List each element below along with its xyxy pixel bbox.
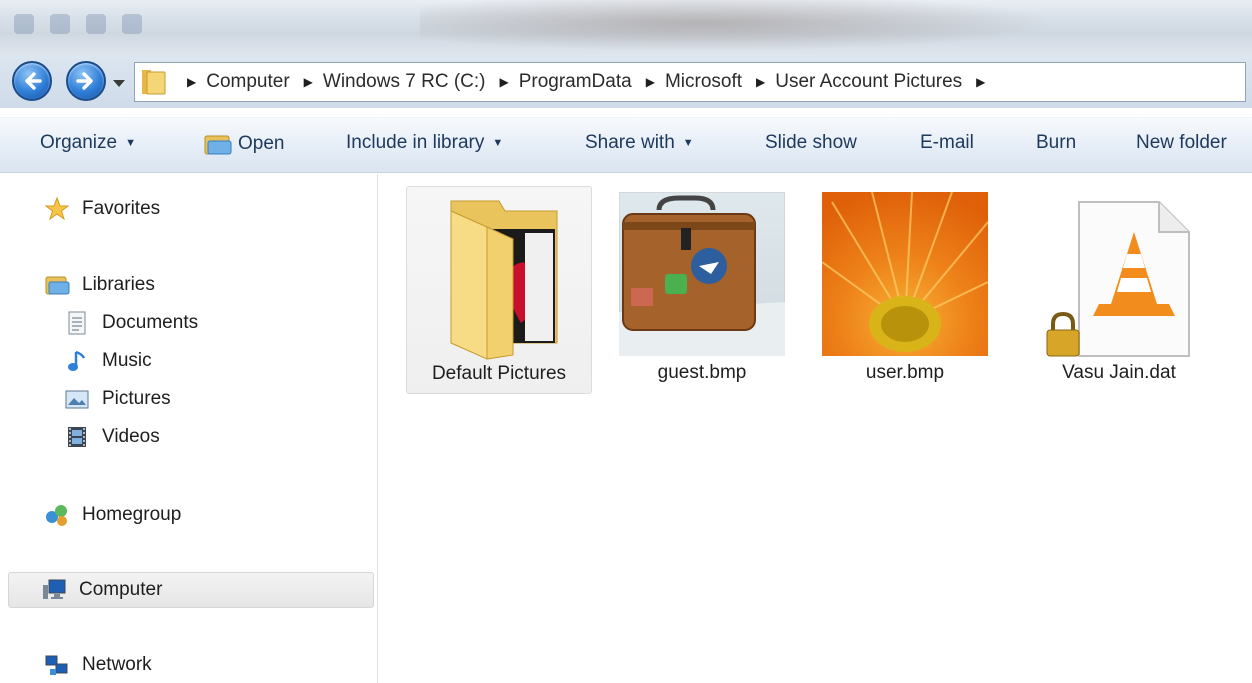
star-icon	[44, 196, 70, 221]
libraries-icon	[45, 276, 70, 295]
breadcrumb-programdata[interactable]: ProgramData	[519, 71, 632, 93]
nav-homegroup-label: Homegroup	[82, 504, 182, 525]
vlc-file-icon	[1046, 201, 1190, 357]
chevron-down-icon: ▼	[125, 137, 136, 149]
folder-icon	[450, 200, 558, 360]
file-list: Default Pictures guest.bmp user.bmp Vasu…	[379, 174, 1252, 683]
file-item-vasu-jain-dat[interactable]: Vasu Jain.dat	[1026, 186, 1212, 394]
email-label: E-mail	[920, 132, 974, 153]
nav-computer[interactable]: Computer	[8, 572, 374, 608]
network-icon	[45, 655, 68, 675]
nav-favorites[interactable]: Favorites	[44, 196, 160, 222]
slide-show-label: Slide show	[765, 132, 857, 153]
navigation-pane: Favorites Libraries Documents Music Pict…	[0, 174, 378, 683]
new-folder-label: New folder	[1136, 132, 1227, 153]
burn-button[interactable]: Burn	[1036, 132, 1076, 154]
file-item-guest-bmp[interactable]: guest.bmp	[609, 186, 795, 394]
nav-videos[interactable]: Videos	[64, 424, 160, 450]
suitcase-thumbnail	[619, 192, 785, 356]
chevron-right-icon[interactable]: ▶	[756, 75, 765, 89]
nav-pictures[interactable]: Pictures	[64, 386, 171, 412]
film-strip-icon	[68, 427, 86, 447]
open-label: Open	[238, 133, 285, 154]
chevron-down-icon: ▼	[682, 137, 694, 149]
file-item-user-bmp[interactable]: user.bmp	[812, 186, 998, 394]
burn-label: Burn	[1036, 132, 1077, 153]
forward-button[interactable]	[66, 61, 106, 101]
nav-music-label: Music	[102, 350, 152, 371]
organize-label: Organize	[40, 132, 118, 153]
window-title-bar	[0, 0, 1252, 56]
pictures-icon	[65, 390, 89, 409]
folder-icon	[142, 70, 166, 95]
breadcrumb-computer[interactable]: Computer	[206, 71, 289, 93]
address-row: ▶ Computer ▶ Windows 7 RC (C:) ▶ Program…	[0, 56, 1252, 108]
recent-pages-dropdown[interactable]	[112, 76, 126, 90]
nav-computer-label: Computer	[79, 579, 163, 600]
nav-libraries[interactable]: Libraries	[44, 272, 155, 298]
share-with-button[interactable]: Share with ▼	[585, 132, 694, 154]
music-note-icon	[68, 350, 86, 371]
nav-music[interactable]: Music	[64, 348, 152, 374]
file-name: user.bmp	[865, 362, 945, 383]
flower-thumbnail	[822, 192, 988, 356]
chevron-down-icon: ▼	[492, 137, 504, 149]
breadcrumb-user-account-pictures[interactable]: User Account Pictures	[775, 71, 962, 93]
homegroup-icon	[46, 505, 67, 526]
file-name: Default Pictures	[431, 363, 567, 384]
nav-network-label: Network	[82, 654, 152, 675]
include-in-library-button[interactable]: Include in library ▼	[346, 132, 503, 154]
file-name: guest.bmp	[657, 362, 747, 383]
address-bar[interactable]: ▶ Computer ▶ Windows 7 RC (C:) ▶ Program…	[134, 62, 1246, 102]
include-in-library-label: Include in library	[346, 132, 485, 153]
nav-network[interactable]: Network	[44, 652, 152, 678]
computer-icon	[43, 579, 66, 599]
file-name: Vasu Jain.dat	[1062, 362, 1176, 383]
breadcrumb-microsoft[interactable]: Microsoft	[665, 71, 742, 93]
open-button[interactable]: Open	[204, 132, 284, 156]
nav-videos-label: Videos	[102, 426, 160, 447]
chevron-right-icon[interactable]: ▶	[499, 75, 508, 89]
chevron-right-icon[interactable]: ▶	[976, 75, 985, 89]
command-bar: Organize ▼ Open Include in library ▼ Sha…	[0, 117, 1252, 173]
slide-show-button[interactable]: Slide show	[765, 132, 857, 154]
nav-libraries-label: Libraries	[82, 274, 155, 295]
arrow-left-icon	[25, 72, 42, 90]
nav-pictures-label: Pictures	[102, 388, 171, 409]
share-with-label: Share with	[585, 132, 675, 153]
nav-homegroup[interactable]: Homegroup	[44, 502, 181, 528]
new-folder-button[interactable]: New folder	[1136, 132, 1227, 154]
open-folder-icon	[204, 135, 232, 155]
chevron-right-icon[interactable]: ▶	[187, 75, 196, 89]
quick-access-icons	[14, 14, 142, 34]
nav-documents[interactable]: Documents	[64, 310, 198, 336]
back-button[interactable]	[12, 61, 52, 101]
nav-documents-label: Documents	[102, 312, 199, 333]
lock-icon	[1046, 311, 1080, 357]
nav-favorites-label: Favorites	[82, 198, 161, 219]
file-item-default-pictures[interactable]: Default Pictures	[406, 186, 592, 394]
chevron-right-icon[interactable]: ▶	[304, 75, 313, 89]
chevron-right-icon[interactable]: ▶	[646, 75, 655, 89]
organize-button[interactable]: Organize ▼	[40, 132, 136, 154]
arrow-right-icon	[76, 72, 93, 90]
email-button[interactable]: E-mail	[920, 132, 974, 154]
breadcrumb-drive[interactable]: Windows 7 RC (C:)	[323, 71, 486, 93]
document-icon	[68, 311, 86, 335]
